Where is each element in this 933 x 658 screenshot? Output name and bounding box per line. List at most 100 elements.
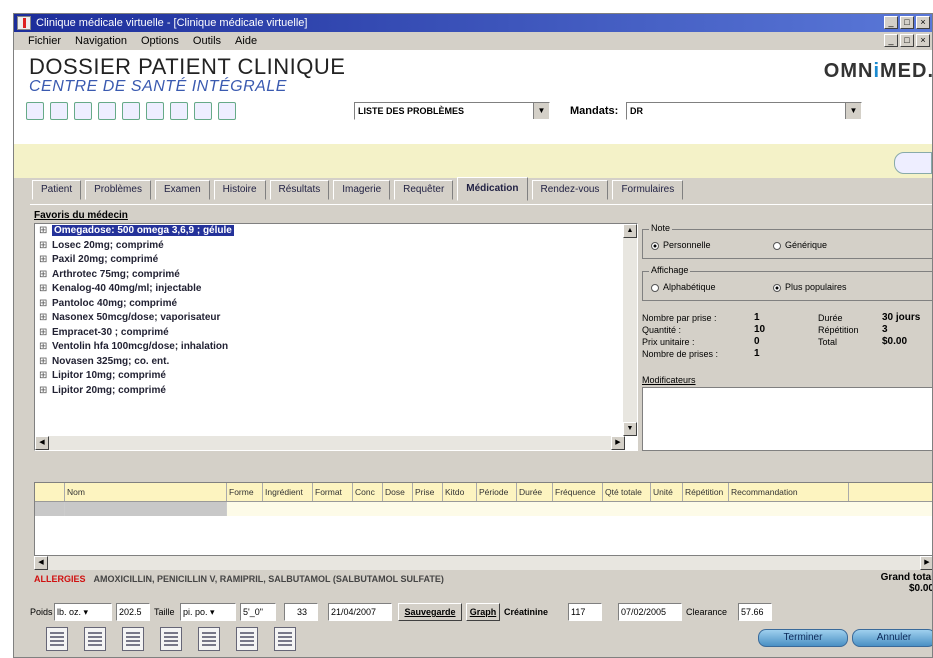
taille-unit-select[interactable]: pi. po. ▾ (180, 603, 236, 621)
scroll-left-icon[interactable]: ◀ (35, 436, 49, 450)
expand-icon[interactable]: ⊞ (39, 384, 48, 399)
copy-icon[interactable] (122, 627, 144, 651)
table-header-cell[interactable]: Format (313, 483, 353, 501)
tab-examen[interactable]: Examen (154, 180, 210, 200)
expand-icon[interactable]: ⊞ (39, 297, 48, 312)
table-header-cell[interactable]: Fréquence (553, 483, 603, 501)
expand-icon[interactable]: ⊞ (39, 282, 48, 297)
expand-icon[interactable]: ⊞ (39, 253, 48, 268)
tab-formulaires[interactable]: Formulaires (612, 180, 684, 200)
radio-unchecked-icon[interactable] (773, 241, 781, 250)
scroll-left-icon[interactable]: ◀ (34, 556, 48, 570)
table-icon[interactable] (160, 627, 182, 651)
radio-plus-populaires[interactable]: Plus populaires (773, 282, 847, 292)
report-icon[interactable] (236, 627, 258, 651)
problem-list-select[interactable]: LISTE DES PROBLÈMES ▼ (354, 102, 550, 120)
table-header-cell[interactable]: Ingrédient (263, 483, 313, 501)
expand-icon[interactable]: ⊞ (39, 355, 48, 370)
list-item[interactable]: ⊞ Losec 20mg; comprimé (35, 239, 637, 254)
radio-generique[interactable]: Générique (773, 240, 827, 250)
terminer-button[interactable]: Terminer (758, 629, 848, 647)
table-header-cell[interactable]: Durée (517, 483, 553, 501)
table-cell[interactable] (226, 502, 932, 516)
expand-icon[interactable]: ⊞ (39, 268, 48, 283)
table-cell[interactable] (64, 502, 227, 516)
radio-checked-icon[interactable] (773, 283, 781, 292)
poids-field[interactable]: 202.5 (116, 603, 150, 621)
close-button[interactable]: × (916, 16, 930, 29)
save-button[interactable]: Sauvegarde (398, 603, 462, 621)
people-icon[interactable] (122, 102, 140, 120)
table-header-cell[interactable]: Période (477, 483, 517, 501)
taille-field[interactable]: 5'_0" (240, 603, 276, 621)
tab-problemes[interactable]: Problèmes (85, 180, 151, 200)
trash-icon[interactable] (274, 627, 296, 651)
tab-histoire[interactable]: Histoire (213, 180, 266, 200)
calculator-icon[interactable] (170, 102, 188, 120)
menu-outils[interactable]: Outils (193, 35, 221, 47)
table-header-cell[interactable]: Kitdo (443, 483, 477, 501)
list-item[interactable]: ⊞ Lipitor 20mg; comprimé (35, 384, 637, 399)
favorites-hscrollbar[interactable]: ◀ ▶ (35, 436, 625, 450)
radio-unchecked-icon[interactable] (651, 283, 659, 292)
list-item[interactable]: ⊞ Nasonex 50mcg/dose; vaporisateur (35, 311, 637, 326)
chevron-down-icon[interactable]: ▼ (845, 103, 861, 119)
table-header-cell[interactable]: Recommandation (729, 483, 849, 501)
list-item[interactable]: ⊞ Ventolin hfa 100mcg/dose; inhalation (35, 340, 637, 355)
list-item[interactable]: ⊞ Arthrotec 75mg; comprimé (35, 268, 637, 283)
list-item[interactable]: ⊞ Paxil 20mg; comprimé (35, 253, 637, 268)
maximize-button[interactable]: □ (900, 16, 914, 29)
globe-icon[interactable] (146, 102, 164, 120)
handshake-2-icon[interactable] (218, 102, 236, 120)
expand-icon[interactable]: ⊞ (39, 239, 48, 254)
tab-patient[interactable]: Patient (32, 180, 82, 200)
list-item[interactable]: ⊞ Empracet-30 ; comprimé (35, 326, 637, 341)
mdi-close-button[interactable]: × (916, 34, 930, 47)
list-item[interactable]: ⊞ Lipitor 10mg; comprimé (35, 369, 637, 384)
list-item[interactable]: ⊞ Omegadose: 500 omega 3,6,9 ; gélule (35, 224, 637, 239)
tab-resultats[interactable]: Résultats (269, 180, 330, 200)
date-field[interactable]: 21/04/2007 (328, 603, 392, 621)
lab-icon[interactable] (98, 102, 116, 120)
table-hscrollbar[interactable]: ◀ ▶ (34, 556, 932, 570)
table-row[interactable] (35, 502, 932, 516)
menu-options[interactable]: Options (141, 35, 179, 47)
menu-navigation[interactable]: Navigation (75, 35, 127, 47)
age-field[interactable]: 33 (284, 603, 318, 621)
mdi-maximize-button[interactable]: □ (900, 34, 914, 47)
chevron-down-icon[interactable]: ▼ (533, 103, 549, 119)
scroll-right-icon[interactable]: ▶ (920, 556, 932, 570)
scroll-right-icon[interactable]: ▶ (611, 436, 625, 450)
scroll-down-icon[interactable]: ▼ (623, 422, 637, 436)
expand-icon[interactable]: ⊞ (39, 224, 48, 239)
graph-button[interactable]: Graph (466, 603, 500, 621)
table-header-cell[interactable]: Nom (65, 483, 227, 501)
clearance-field[interactable]: 57.66 (738, 603, 772, 621)
table-header-cell[interactable]: Prise (413, 483, 443, 501)
warning-icon[interactable] (74, 102, 92, 120)
list-item[interactable]: ⊞ Novasen 325mg; co. ent. (35, 355, 637, 370)
annuler-button[interactable]: Annuler (852, 629, 932, 647)
creatinine-date-field[interactable]: 07/02/2005 (618, 603, 682, 621)
table-header-cell[interactable]: Forme (227, 483, 263, 501)
handshake-icon[interactable] (26, 102, 44, 120)
table-header-cell[interactable]: Unité (651, 483, 683, 501)
menu-fichier[interactable]: Fichier (28, 35, 61, 47)
mandat-select[interactable]: DR ▼ (626, 102, 862, 120)
radio-personnelle[interactable]: Personnelle (651, 240, 711, 250)
table-cell[interactable] (35, 502, 65, 516)
mdi-minimize-button[interactable]: _ (884, 34, 898, 47)
expand-icon[interactable]: ⊞ (39, 326, 48, 341)
modifiers-box[interactable] (642, 387, 932, 451)
creatinine-field[interactable]: 117 (568, 603, 602, 621)
tab-medication[interactable]: Médication (457, 177, 528, 201)
radio-checked-icon[interactable] (651, 241, 659, 250)
tab-imagerie[interactable]: Imagerie (333, 180, 391, 200)
radio-alphabetique[interactable]: Alphabétique (651, 282, 716, 292)
list-item[interactable]: ⊞ Kenalog-40 40mg/ml; injectable (35, 282, 637, 297)
tab-rendez-vous[interactable]: Rendez-vous (531, 180, 609, 200)
menu-aide[interactable]: Aide (235, 35, 257, 47)
favorites-vscrollbar[interactable]: ▲ ▼ (623, 224, 637, 436)
table-header-cell[interactable]: Conc (353, 483, 383, 501)
expand-icon[interactable]: ⊞ (39, 340, 48, 355)
